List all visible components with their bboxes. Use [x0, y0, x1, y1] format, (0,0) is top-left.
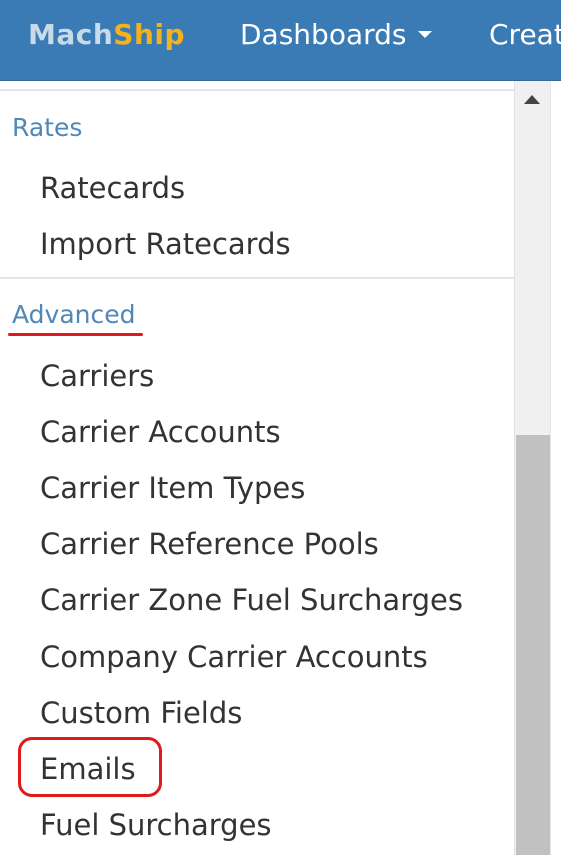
- chevron-down-icon: [417, 30, 432, 38]
- menu-item-ratecards[interactable]: Ratecards: [40, 171, 185, 205]
- menu-item-import-ratecards[interactable]: Import Ratecards: [40, 227, 291, 261]
- section-header-rates: Rates: [12, 113, 83, 142]
- triangle-up-icon[interactable]: [524, 95, 540, 104]
- logo-text-ship: Ship: [113, 18, 186, 51]
- menu-item-carrier-zone-fuel-surcharges[interactable]: Carrier Zone Fuel Surcharges: [40, 583, 463, 617]
- menu-item-carrier-item-types[interactable]: Carrier Item Types: [40, 471, 305, 505]
- menu-scrollbar[interactable]: [514, 81, 550, 855]
- red-highlight-box-annotation: [18, 737, 162, 797]
- page-edge-strip: [550, 81, 561, 855]
- red-underline-annotation: [8, 333, 143, 336]
- menu-item-custom-fields[interactable]: Custom Fields: [40, 696, 242, 730]
- top-navbar: MachShip Dashboards Creat: [0, 0, 561, 81]
- nav-create-label: Creat: [489, 18, 561, 51]
- menu-item-carrier-reference-pools[interactable]: Carrier Reference Pools: [40, 527, 379, 561]
- logo-text-mach: Mach: [28, 18, 114, 51]
- nav-create-menu[interactable]: Creat: [489, 18, 561, 52]
- menu-item-carriers[interactable]: Carriers: [40, 359, 154, 393]
- menu-divider: [0, 277, 514, 279]
- machship-logo[interactable]: MachShip: [28, 18, 185, 52]
- nav-dashboards-dropdown[interactable]: Dashboards: [240, 18, 432, 52]
- menu-item-carrier-accounts[interactable]: Carrier Accounts: [40, 415, 281, 449]
- section-header-advanced: Advanced: [12, 300, 136, 329]
- menu-item-company-carrier-accounts[interactable]: Company Carrier Accounts: [40, 640, 428, 674]
- dropdown-menu-panel: Rates Ratecards Import Ratecards Advance…: [0, 81, 514, 855]
- nav-dashboards-label: Dashboards: [240, 18, 407, 51]
- menu-divider-top: [0, 89, 514, 91]
- menu-item-fuel-surcharges[interactable]: Fuel Surcharges: [40, 808, 272, 842]
- scrollbar-thumb[interactable]: [516, 435, 550, 855]
